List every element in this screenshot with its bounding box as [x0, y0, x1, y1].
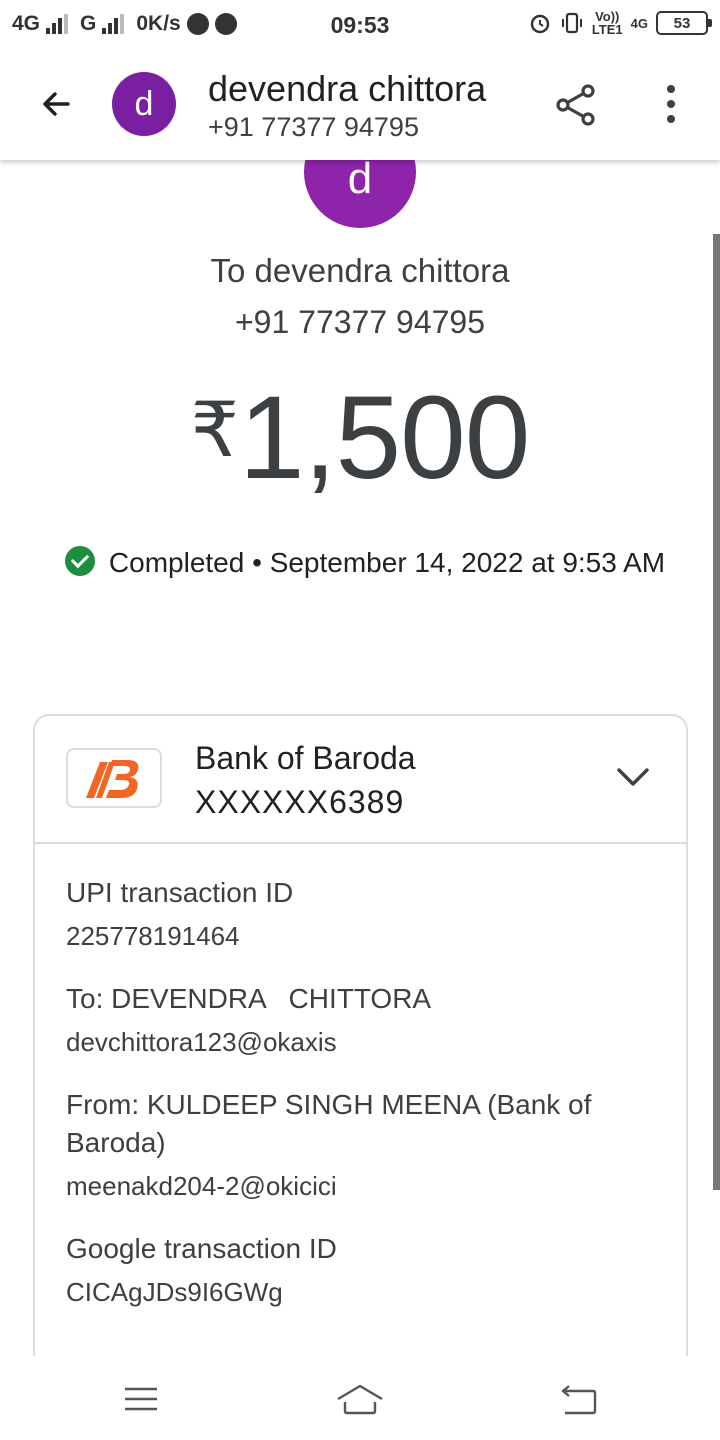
vibrate-icon [561, 12, 582, 34]
app-bar: d devendra chittora +91 77377 94795 [0, 52, 720, 160]
upi-transaction-id: UPI transaction ID 225778191464 [66, 874, 666, 952]
battery-icon: 53 [656, 11, 712, 35]
network-type-3: 4G [630, 15, 648, 31]
field-value[interactable]: CICAgJDs9I6GWg [66, 1276, 666, 1308]
back-nav-icon[interactable] [555, 1382, 605, 1416]
check-circle-icon [64, 546, 95, 576]
menu-icon[interactable] [116, 1382, 166, 1416]
recipient-name: To devendra chittora [210, 252, 510, 289]
account-number: XXXXXX6389 [195, 784, 405, 820]
field-label: Google transaction ID [66, 1233, 337, 1264]
status-text: Completed [108, 547, 245, 578]
currency-symbol: ₹ [190, 388, 240, 473]
to-account: To: DEVENDRA CHITTORA devchittora123@oka… [66, 980, 666, 1058]
transaction-details-card: Bank of Baroda XXXXXX6389 UPI transactio… [33, 714, 688, 1414]
more-vert-icon[interactable] [656, 82, 686, 128]
back-arrow-icon[interactable] [34, 82, 78, 126]
amount-value: 1,500 [239, 372, 530, 504]
scrollbar[interactable] [713, 234, 720, 1190]
bank-name: Bank of Baroda [195, 740, 416, 776]
field-label: To: DEVENDRA CHITTORA [66, 983, 432, 1014]
alarm-icon [530, 14, 550, 34]
payment-datetime: September 14, 2022 at 9:53 AM [269, 547, 666, 578]
status-bar: 4G G 0K/s 09:53 Vo)) LTE1 4G 53 [0, 0, 720, 52]
navigation-bar [0, 1356, 720, 1440]
avatar-letter: d [134, 84, 154, 123]
bank-account-row[interactable]: Bank of Baroda XXXXXX6389 [35, 716, 686, 844]
field-value[interactable]: devchittora123@okaxis [66, 1026, 666, 1058]
field-label: UPI transaction ID [66, 877, 294, 908]
recipient-phone: +91 77377 94795 [234, 304, 486, 340]
details-list: UPI transaction ID 225778191464 To: DEVE… [66, 874, 666, 1336]
bank-logo [66, 748, 162, 808]
contact-phone: +91 77377 94795 [208, 112, 419, 142]
share-icon[interactable] [553, 82, 599, 128]
lte-label: LTE1 [591, 22, 623, 37]
avatar[interactable]: d [112, 72, 176, 136]
payment-status: Completed • September 14, 2022 at 9:53 A… [60, 544, 670, 581]
chevron-down-icon[interactable] [615, 764, 651, 790]
home-icon[interactable] [335, 1382, 385, 1416]
amount: ₹1,500 [0, 370, 720, 506]
bank-of-baroda-logo-icon [86, 760, 139, 798]
field-value[interactable]: 225778191464 [66, 920, 666, 952]
field-label: From: KULDEEP SINGH MEENA (Bank of Barod… [66, 1089, 592, 1158]
field-value[interactable]: meenakd204-2@okicici [66, 1170, 666, 1202]
separator: • [252, 547, 262, 578]
status-right: Vo)) LTE1 4G 53 [528, 10, 712, 36]
recipient-avatar-letter: d [347, 154, 373, 203]
contact-name: devendra chittora [208, 68, 487, 109]
from-account: From: KULDEEP SINGH MEENA (Bank of Barod… [66, 1086, 666, 1202]
volte-indicator: Vo)) LTE1 [592, 10, 623, 36]
battery-level: 53 [673, 14, 691, 32]
google-transaction-id: Google transaction ID CICAgJDs9I6GWg [66, 1230, 666, 1308]
